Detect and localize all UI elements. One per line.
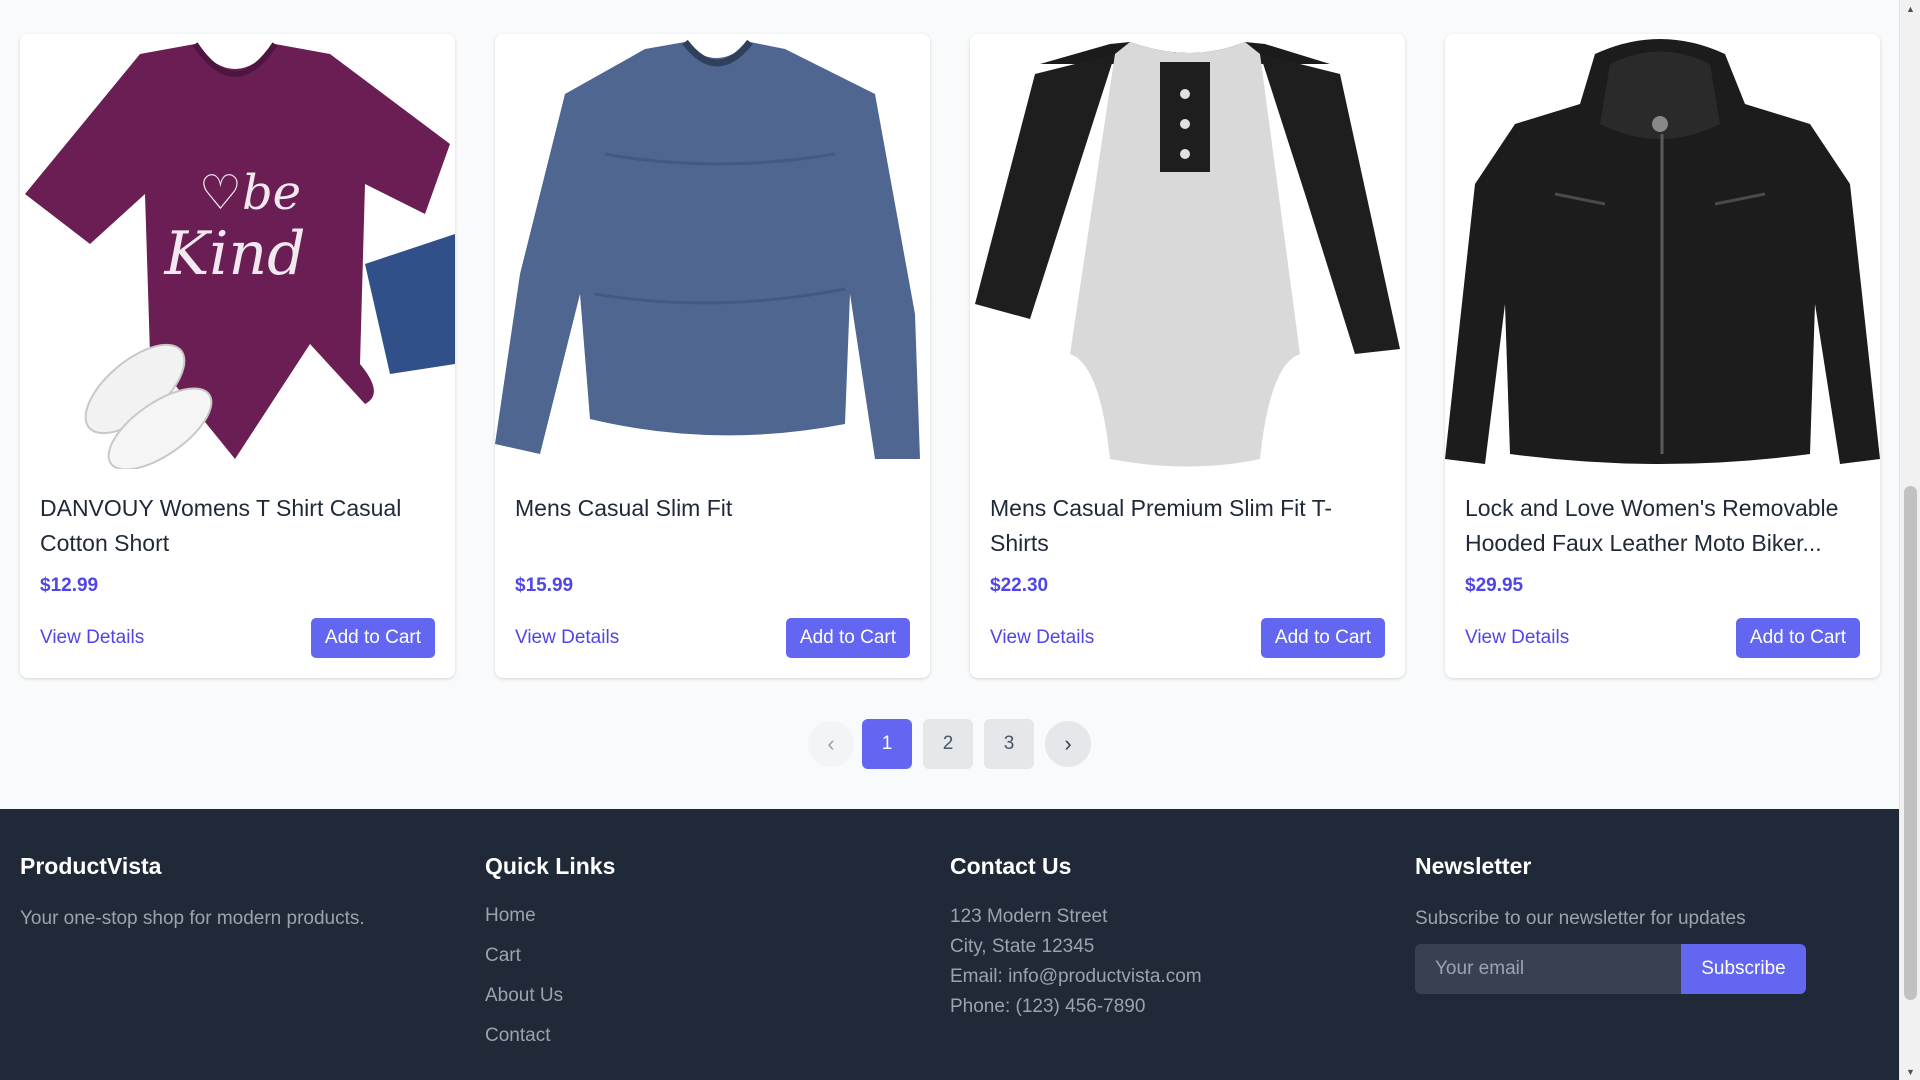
newsletter-heading: Newsletter	[1415, 853, 1532, 879]
chevron-right-icon: ›	[1064, 731, 1072, 756]
product-title: Mens Casual Slim Fit	[515, 495, 733, 521]
product-card: ♡be Kind DANVOUY Womens T Shirt Casual C…	[20, 34, 455, 678]
subscribe-button[interactable]: Subscribe	[1681, 944, 1806, 994]
scroll-up-arrow-icon[interactable]: ▲	[1900, 0, 1920, 17]
contact-email: Email: info@productvista.com	[950, 966, 1202, 987]
view-details-link[interactable]: View Details	[1465, 627, 1569, 649]
product-price: $22.30	[990, 575, 1049, 596]
footer-link-about[interactable]: About Us	[485, 986, 615, 1006]
add-to-cart-button[interactable]: Add to Cart	[785, 618, 910, 658]
view-details-link[interactable]: View Details	[40, 627, 144, 649]
footer-newsletter-section: Newsletter Subscribe to our newsletter f…	[1415, 853, 1806, 994]
purple-tshirt-icon: ♡be Kind	[25, 42, 455, 469]
footer-link-cart[interactable]: Cart	[485, 946, 615, 966]
product-card: Mens Casual Slim Fit $15.99 View Details…	[495, 34, 930, 678]
product-title: Mens Casual Premium Slim Fit T-Shirts	[990, 495, 1333, 556]
product-title: DANVOUY Womens T Shirt Casual Cotton Sho…	[40, 495, 402, 556]
product-image[interactable]	[495, 34, 930, 469]
add-to-cart-button[interactable]: Add to Cart	[1260, 618, 1385, 658]
product-image[interactable]	[1445, 34, 1880, 469]
product-title: Lock and Love Women's Removable Hooded F…	[1465, 495, 1839, 556]
pagination: ‹ 1 2 3 ›	[808, 719, 1091, 769]
add-to-cart-button[interactable]: Add to Cart	[310, 618, 435, 658]
product-card: Mens Casual Premium Slim Fit T-Shirts $2…	[970, 34, 1405, 678]
product-price: $15.99	[515, 575, 574, 596]
footer-brand: ProductVista	[20, 853, 162, 879]
chevron-left-icon: ‹	[827, 731, 835, 756]
view-details-link[interactable]: View Details	[515, 627, 619, 649]
product-card: Lock and Love Women's Removable Hooded F…	[1445, 34, 1880, 678]
contact-phone: Phone: (123) 456-7890	[950, 996, 1146, 1017]
contact-address-line2: City, State 12345	[950, 936, 1095, 957]
footer: ProductVista Your one-stop shop for mode…	[0, 809, 1899, 1080]
svg-text:Kind: Kind	[163, 219, 305, 289]
contact-heading: Contact Us	[950, 853, 1072, 879]
quick-links-heading: Quick Links	[485, 853, 616, 879]
view-details-link[interactable]: View Details	[990, 627, 1094, 649]
product-image[interactable]	[970, 34, 1405, 469]
blue-longsleeve-icon	[495, 39, 920, 459]
scroll-down-arrow-icon[interactable]: ▼	[1900, 1063, 1920, 1080]
page-3-button[interactable]: 3	[984, 719, 1034, 769]
product-grid: ♡be Kind DANVOUY Womens T Shirt Casual C…	[20, 34, 1880, 678]
newsletter-email-input[interactable]	[1415, 944, 1681, 994]
footer-quick-links: Quick Links Home Cart About Us Contact	[485, 853, 615, 1066]
contact-address-line1: 123 Modern Street	[950, 906, 1108, 927]
footer-link-contact[interactable]: Contact	[485, 1026, 615, 1046]
product-price: $12.99	[40, 575, 99, 596]
footer-tagline: Your one-stop shop for modern products.	[20, 908, 365, 929]
footer-brand-section: ProductVista Your one-stop shop for mode…	[20, 853, 365, 930]
footer-contact-section: Contact Us 123 Modern Street City, State…	[950, 853, 1202, 1022]
page-2-button[interactable]: 2	[923, 719, 973, 769]
raglan-tshirt-icon	[975, 42, 1400, 467]
page-1-button[interactable]: 1	[862, 719, 912, 769]
pagination-prev-button[interactable]: ‹	[808, 721, 854, 767]
product-price: $29.95	[1465, 575, 1524, 596]
svg-text:♡be: ♡be	[199, 165, 301, 221]
page: ♡be Kind DANVOUY Womens T Shirt Casual C…	[0, 0, 1899, 1080]
newsletter-form: Subscribe	[1415, 944, 1806, 994]
add-to-cart-button[interactable]: Add to Cart	[1735, 618, 1860, 658]
product-image[interactable]: ♡be Kind	[20, 34, 455, 469]
newsletter-description: Subscribe to our newsletter for updates	[1415, 908, 1746, 929]
footer-link-home[interactable]: Home	[485, 906, 615, 926]
pagination-next-button[interactable]: ›	[1045, 721, 1091, 767]
leather-jacket-icon	[1445, 39, 1880, 464]
vertical-scrollbar[interactable]: ▲ ▼	[1899, 0, 1920, 1080]
scrollbar-thumb[interactable]	[1904, 486, 1917, 1000]
